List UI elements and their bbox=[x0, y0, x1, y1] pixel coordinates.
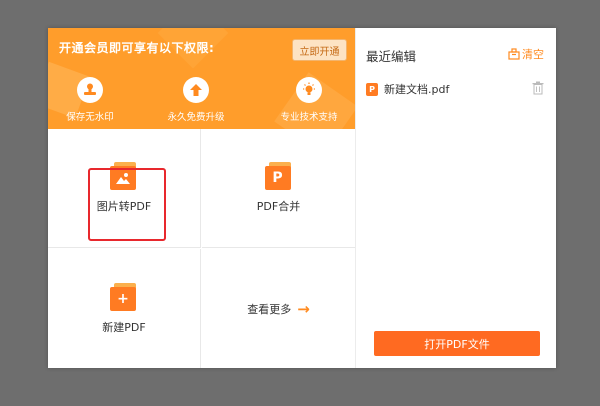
recent-title: 最近编辑 bbox=[366, 49, 417, 64]
lightbulb-icon bbox=[296, 77, 322, 103]
perk-label: 保存无水印 bbox=[66, 112, 114, 123]
left-panel: 开通会员即可享有以下权限: 立即开通 保存无水印 永久免费升级 专业技术支持 图… bbox=[48, 28, 355, 368]
perk-no-watermark: 保存无水印 bbox=[50, 77, 130, 123]
recent-panel: 最近编辑 清空 P 新建文档.pdf 打开PDF文件 bbox=[355, 28, 556, 368]
perk-tech-support: 专业技术支持 bbox=[269, 77, 349, 123]
clear-icon bbox=[508, 48, 520, 60]
pdf-file-icon: P bbox=[264, 162, 293, 190]
perk-free-upgrade: 永久免费升级 bbox=[156, 77, 236, 123]
view-more-link[interactable]: 查看更多 → bbox=[202, 249, 355, 368]
view-more-label: 查看更多 bbox=[247, 302, 292, 316]
recent-file-name: 新建文档.pdf bbox=[384, 83, 450, 96]
open-membership-button[interactable]: 立即开通 bbox=[292, 39, 347, 61]
pdf-app-window: 开通会员即可享有以下权限: 立即开通 保存无水印 永久免费升级 专业技术支持 图… bbox=[48, 28, 556, 368]
clear-recent-button[interactable]: 清空 bbox=[508, 46, 544, 62]
tool-pdf-merge[interactable]: P PDF合并 bbox=[202, 129, 355, 248]
perk-label: 永久免费升级 bbox=[167, 112, 225, 123]
stamp-icon bbox=[77, 77, 103, 103]
tool-image-to-pdf[interactable]: 图片转PDF bbox=[48, 129, 201, 248]
perk-label: 专业技术支持 bbox=[280, 112, 338, 123]
upgrade-arrow-icon bbox=[183, 77, 209, 103]
tool-grid: 图片转PDF P PDF合并 + 新建PDF 查看更多 → bbox=[48, 129, 355, 368]
pdf-icon: P bbox=[366, 82, 378, 96]
membership-banner: 开通会员即可享有以下权限: 立即开通 保存无水印 永久免费升级 专业技术支持 bbox=[48, 28, 355, 129]
tool-label: 图片转PDF bbox=[96, 200, 152, 213]
arrow-right-icon: → bbox=[297, 299, 310, 318]
image-file-icon bbox=[110, 162, 138, 190]
clear-label: 清空 bbox=[522, 48, 544, 61]
recent-file-item[interactable]: P 新建文档.pdf bbox=[366, 80, 552, 98]
banner-title: 开通会员即可享有以下权限: bbox=[59, 41, 215, 55]
tool-label: PDF合并 bbox=[256, 200, 301, 213]
tool-label: 新建PDF bbox=[102, 320, 146, 334]
new-file-plus-icon: + bbox=[110, 282, 138, 311]
open-pdf-file-button[interactable]: 打开PDF文件 bbox=[374, 331, 540, 356]
tool-new-pdf[interactable]: + 新建PDF bbox=[48, 249, 201, 368]
trash-icon[interactable] bbox=[532, 81, 544, 95]
